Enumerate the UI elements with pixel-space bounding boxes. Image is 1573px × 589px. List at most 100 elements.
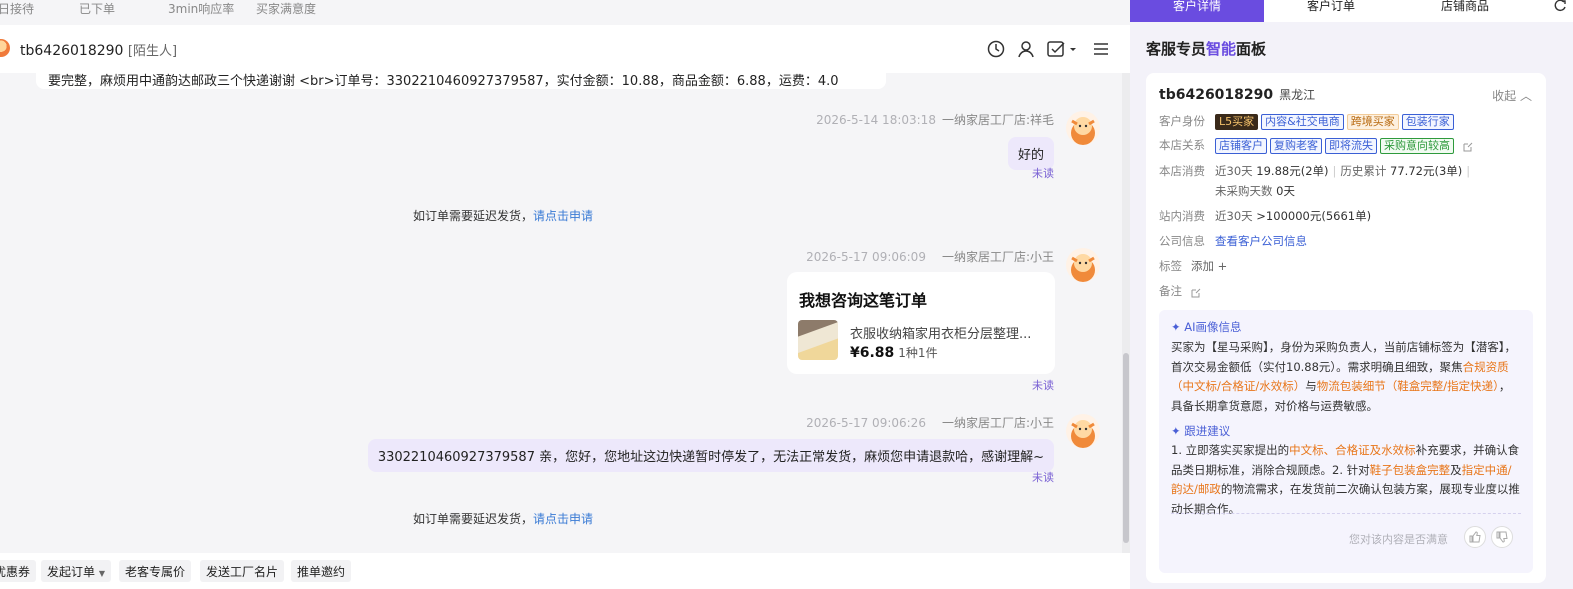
tag-packaging: 包装行家 [1401,114,1454,130]
tag-churn-risk: 即将流失 [1325,138,1377,154]
site-consume-value: >100000元(5661单) [1256,209,1372,223]
message-list: 要完整，麻烦用中通韵达邮政三个快递谢谢 <br>订单号：330221046092… [0,73,1122,553]
tag-label: 标签 [1159,259,1182,273]
tag-crossborder: 跨境买家 [1346,114,1399,130]
stat-daily-reception: 日接待 [0,2,35,16]
message-sender: 一纳家居工厂店:小王 [941,416,1054,430]
customer-username: tb6426018290 [20,43,124,59]
ai-portrait-p2: 与 [1305,379,1317,393]
tab-shop-products[interactable]: 店铺商品 [1398,0,1532,22]
thumbs-down-icon[interactable] [1491,526,1513,548]
collapse-label: 收起 [1492,89,1517,103]
product-price: ¥6.88 [850,345,895,361]
followup-hl1: 中文标、合格证及水效标 [1289,443,1416,457]
feedback-prompt: 您对该内容是否满意 [1349,533,1448,546]
no-buy-label: 未采购天数 [1215,184,1273,198]
followup-p4: 的物流需求，在发货前二次确认包装方案，展现专业度以推动长期合作。 [1171,482,1520,516]
read-status: 未读 [1032,167,1054,180]
system-notice: 如订单需要延迟发货，请点击申请 [413,207,593,224]
stat-response-rate: 3min响应率 [168,2,235,16]
site-consume-row: 站内消费 近30天 >100000元(5661单) [1159,208,1371,224]
sparkle-icon: ✦ [1171,424,1181,438]
ai-portrait-hl2: 物流包装细节（鞋盒完整/指定快递） [1316,379,1499,393]
add-tag-button[interactable]: 添加 + [1191,259,1227,273]
tab-customer-orders[interactable]: 客户订单 [1264,0,1398,22]
chat-scrollbar[interactable] [1122,73,1130,553]
message-time: 2026-5-17 09:06:09 [806,250,926,264]
ai-portrait-text: 买家为【星马采购】，身份为采购负责人，当前店铺标签为【潜客】，首次交易金额低（实… [1171,338,1521,416]
scrollbar-thumb[interactable] [1123,353,1129,543]
product-name: 衣服收纳箱家用衣柜分层整理... [850,327,1032,342]
customer-tag: [陌生人] [127,44,178,59]
product-price-line: ¥6.88 1种1件 [850,344,938,361]
tag-level: L5买家 [1215,114,1259,130]
edit-note-icon[interactable] [1191,287,1201,297]
customer-info-card: tb6426018290 黑龙江 收起 ︿ 客户身份 L5买家 内容&社交电商 跨境买家… [1146,73,1546,583]
followup-hl2: 鞋子包装盒完整 [1369,462,1451,477]
product-thumbnail [798,320,838,360]
menu-icon[interactable] [1091,39,1111,59]
followup-text: 1. 立即落实买家提出的中文标、合格证及水效标补充要求，并确认食品类日期标准，消… [1171,441,1521,519]
message-meta: 2026-5-14 18:03:18 一纳家居工厂店:祥毛 [816,111,1054,128]
refresh-icon[interactable] [1553,0,1567,12]
no-buy-row: 未采购天数 0天 [1215,183,1295,199]
collapse-button[interactable]: 收起 ︿ [1492,87,1532,104]
message-meta: 2026-5-17 09:06:09 一纳家居工厂店:小王 [806,248,1054,265]
divider [1171,513,1521,514]
site-30-label: 近30天 [1215,209,1253,223]
customer-name-row: tb6426018290 黑龙江 [1159,86,1315,103]
tag-ecommerce: 内容&社交电商 [1261,114,1344,130]
user-icon[interactable] [1016,39,1036,59]
sparkle-icon: ✦ [1171,320,1181,334]
identity-row: 客户身份 L5买家 内容&社交电商 跨境买家 包装行家 [1159,113,1457,130]
consume-30-value: 19.88元(2单) [1256,164,1329,178]
order-card[interactable]: 我想咨询这笔订单 衣服收纳箱家用衣柜分层整理... ¥6.88 1种1件 [787,272,1055,374]
task-check-icon[interactable] [1046,39,1078,59]
identity-label: 客户身份 [1159,114,1205,128]
read-status: 未读 [1032,471,1054,484]
factory-card-button[interactable]: 发送工厂名片 [200,560,285,582]
tag-row: 标签 添加 + [1159,258,1227,274]
tag-high-intent: 采购意向较高 [1380,138,1454,154]
message-time: 2026-5-14 18:03:18 [816,113,936,127]
caret-down-icon: ▼ [98,569,105,578]
stat-satisfaction: 买家满意度 [256,2,317,16]
consume-history-label: 历史累计 [1340,164,1387,178]
message-bubble-top: 要完整，麻烦用中通韵达邮政三个快递谢谢 <br>订单号：330221046092… [36,73,886,89]
create-order-button[interactable]: 发起订单 ▼ [41,560,111,582]
consume-label: 本店消费 [1159,164,1205,178]
coupon-button[interactable]: 优惠券 [0,560,37,582]
panel-title-post: 面板 [1236,40,1267,58]
company-label: 公司信息 [1159,234,1205,248]
create-order-label: 发起订单 [47,565,96,579]
push-order-button[interactable]: 推单邀约 [291,560,352,582]
vip-price-button[interactable]: 老客专属价 [119,560,192,582]
ai-portrait-heading: ✦ AI画像信息 [1171,319,1242,335]
order-card-title: 我想咨询这笔订单 [799,291,928,310]
chevron-up-icon: ︿ [1519,89,1532,103]
company-row: 公司信息 查看客户公司信息 [1159,233,1307,249]
read-status: 未读 [1032,379,1054,392]
history-icon[interactable] [986,39,1006,59]
consume-row: 本店消费 近30天 19.88元(2单) | 历史累计 77.72元(3单) | [1159,164,1471,178]
customer-avatar [0,39,10,57]
panel-title-pre: 客服专员 [1146,40,1207,58]
customer-name: tb6426018290 [1159,87,1274,103]
edit-icon[interactable] [1463,141,1473,151]
stat-ordered: 已下单 [79,2,116,16]
customer-location: 黑龙江 [1279,88,1316,102]
consume-30-label: 近30天 [1215,164,1253,178]
panel-title-highlight: 智能 [1206,40,1237,58]
customer-panel: 客户详情 客户订单 店铺商品 客服专员智能面板 tb6426018290 黑龙江 … [1130,0,1573,589]
relation-row: 本店关系 店铺客户 复购老客 即将流失 采购意向较高 [1159,137,1473,154]
apply-delay-link[interactable]: 请点击申请 [533,209,593,223]
company-info-link[interactable]: 查看客户公司信息 [1215,234,1307,248]
ai-insight-box: ✦ AI画像信息 买家为【星马采购】，身份为采购负责人，当前店铺标签为【潜客】，… [1159,310,1533,573]
message-meta: 2026-5-17 09:06:26 一纳家居工厂店:小王 [806,414,1054,431]
note-row: 备注 [1159,283,1201,299]
chat-area: 日接待 已下单 3min响应率 买家满意度 tb6426018290 [陌生人]… [0,0,1130,589]
apply-delay-link[interactable]: 请点击申请 [533,512,593,526]
panel-tabs: 客户详情 客户订单 店铺商品 [1130,0,1573,22]
tab-customer-detail[interactable]: 客户详情 [1130,0,1264,22]
thumbs-up-icon[interactable] [1464,526,1486,548]
